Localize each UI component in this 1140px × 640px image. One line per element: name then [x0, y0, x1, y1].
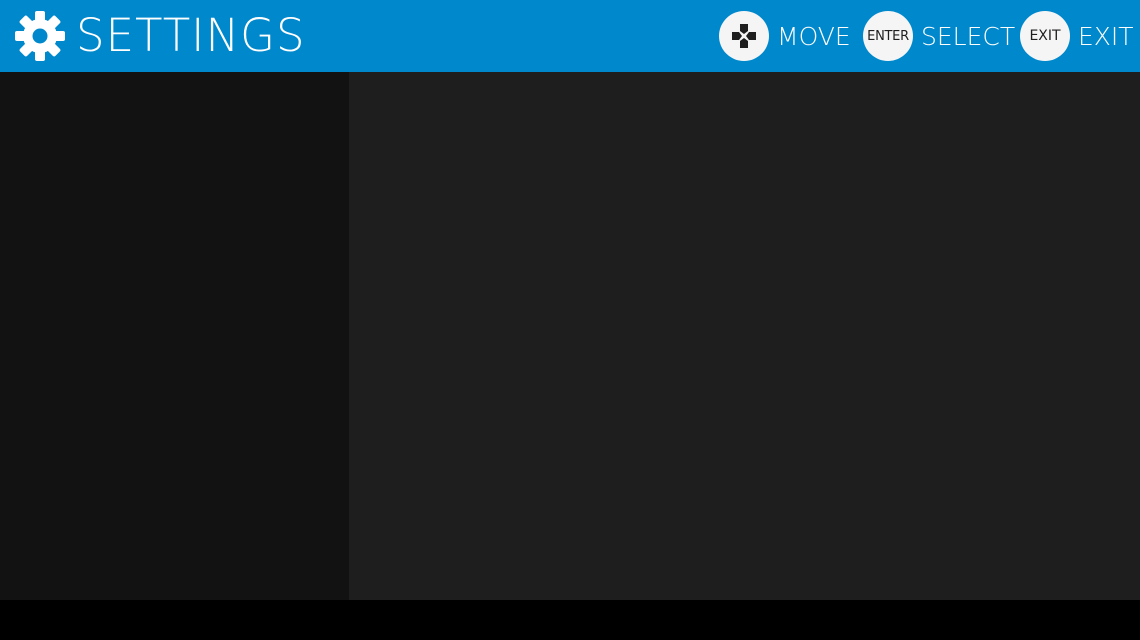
title-group: SETTINGS: [14, 0, 306, 72]
page-title: SETTINGS: [76, 9, 306, 62]
dpad-button: [719, 11, 769, 61]
exit-label: EXIT: [1078, 21, 1134, 51]
select-label: SELECT: [921, 21, 1016, 51]
settings-content-panel: [349, 72, 1140, 600]
exit-hint: EXIT EXIT: [1020, 11, 1134, 61]
header-bar: SETTINGS MOVE ENTER SELECT EXIT EXIT: [0, 0, 1140, 72]
footer-bar: [0, 600, 1140, 640]
settings-screen: SETTINGS MOVE ENTER SELECT EXIT EXIT: [0, 0, 1140, 640]
move-label: MOVE: [777, 21, 851, 51]
dpad-icon: [732, 24, 756, 48]
settings-sidebar: [0, 72, 349, 600]
select-hint: ENTER SELECT: [863, 11, 1015, 61]
move-hint: MOVE: [719, 11, 851, 61]
exit-button: EXIT: [1020, 11, 1070, 61]
gear-icon: [15, 11, 65, 61]
enter-button: ENTER: [863, 11, 913, 61]
